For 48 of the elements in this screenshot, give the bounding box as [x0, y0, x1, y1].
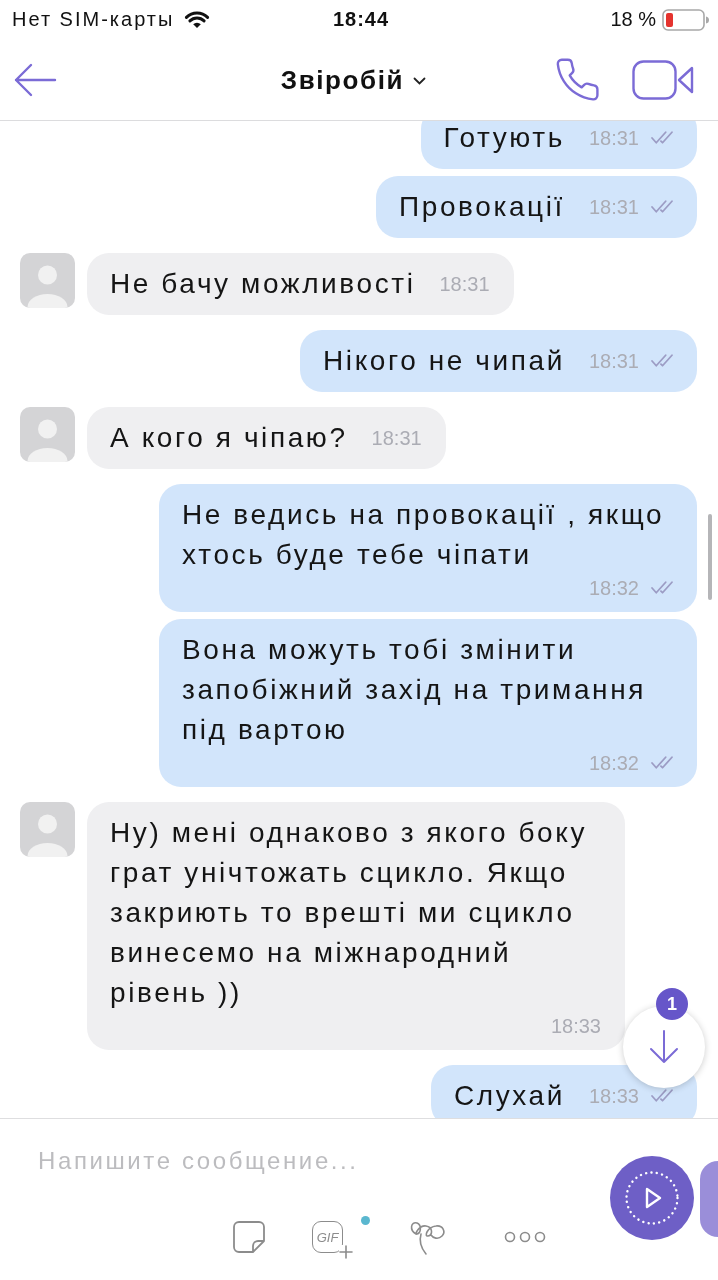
message-text: Вона можуть тобі змінити запобіжний захід на тримання під вартою	[182, 632, 647, 747]
message-input[interactable]: Напишите сообщение...	[0, 1132, 598, 1191]
more-icon[interactable]	[504, 1231, 546, 1244]
video-camera-icon	[632, 59, 694, 100]
message-text: Провокації	[399, 189, 565, 224]
message-time: 18:32	[588, 750, 639, 776]
message-time: 18:31	[439, 271, 490, 297]
avatar-icon	[20, 252, 75, 308]
side-button[interactable]	[700, 1161, 718, 1238]
message-time: 18:31	[371, 425, 422, 451]
message-time: 18:33	[588, 1083, 639, 1109]
sticker-icon[interactable]	[232, 1220, 266, 1255]
double-check-icon	[651, 756, 673, 770]
message-time: 18:31	[588, 348, 639, 374]
message-time: 18:32	[588, 575, 639, 601]
wifi-icon	[184, 10, 211, 30]
message-text: Ну) мені однаково з якого боку грат унічтожать сцикло. Якщо закриють то врешті ми сцикло винесемо на міжнародний рівень ))	[110, 815, 589, 1010]
call-button[interactable]	[556, 57, 599, 102]
message-text: Не бачу можливості	[110, 266, 416, 301]
chevron-down-icon	[413, 76, 427, 85]
back-button[interactable]	[13, 61, 57, 98]
message-time: 18:33	[550, 1013, 601, 1039]
message-text: А кого я чіпаю?	[110, 420, 348, 455]
message-time: 18:31	[588, 194, 639, 220]
arrow-down-icon	[648, 1029, 680, 1066]
clock-time: 18:44	[332, 8, 390, 32]
notification-dot-icon	[361, 1216, 370, 1226]
avatar-icon	[20, 801, 75, 857]
double-check-icon	[651, 1089, 673, 1103]
phone-icon	[556, 57, 599, 102]
back-arrow-icon	[13, 61, 57, 98]
message-time: 18:31	[588, 125, 639, 151]
message-text: Не ведись на провокації , якщо хтось буде тебе чіпати	[182, 497, 666, 572]
carrier-name: Нет SIM-карты	[12, 8, 175, 32]
avatar-icon	[20, 406, 75, 462]
message-text: Нікого не чипай	[323, 343, 565, 378]
battery-icon	[662, 8, 710, 31]
battery-percent: 18 %	[610, 8, 656, 32]
play-circle-icon	[624, 1170, 680, 1227]
double-check-icon	[651, 131, 673, 145]
double-check-icon	[651, 200, 673, 214]
message-text: Слухай	[453, 1078, 565, 1113]
double-check-icon	[651, 581, 673, 595]
video-call-button[interactable]	[632, 59, 694, 100]
unread-count-badge: 1	[656, 988, 688, 1021]
message-text: Готують	[443, 120, 565, 155]
double-check-icon	[651, 354, 673, 368]
chat-title-button[interactable]: Звіробій	[280, 63, 427, 97]
